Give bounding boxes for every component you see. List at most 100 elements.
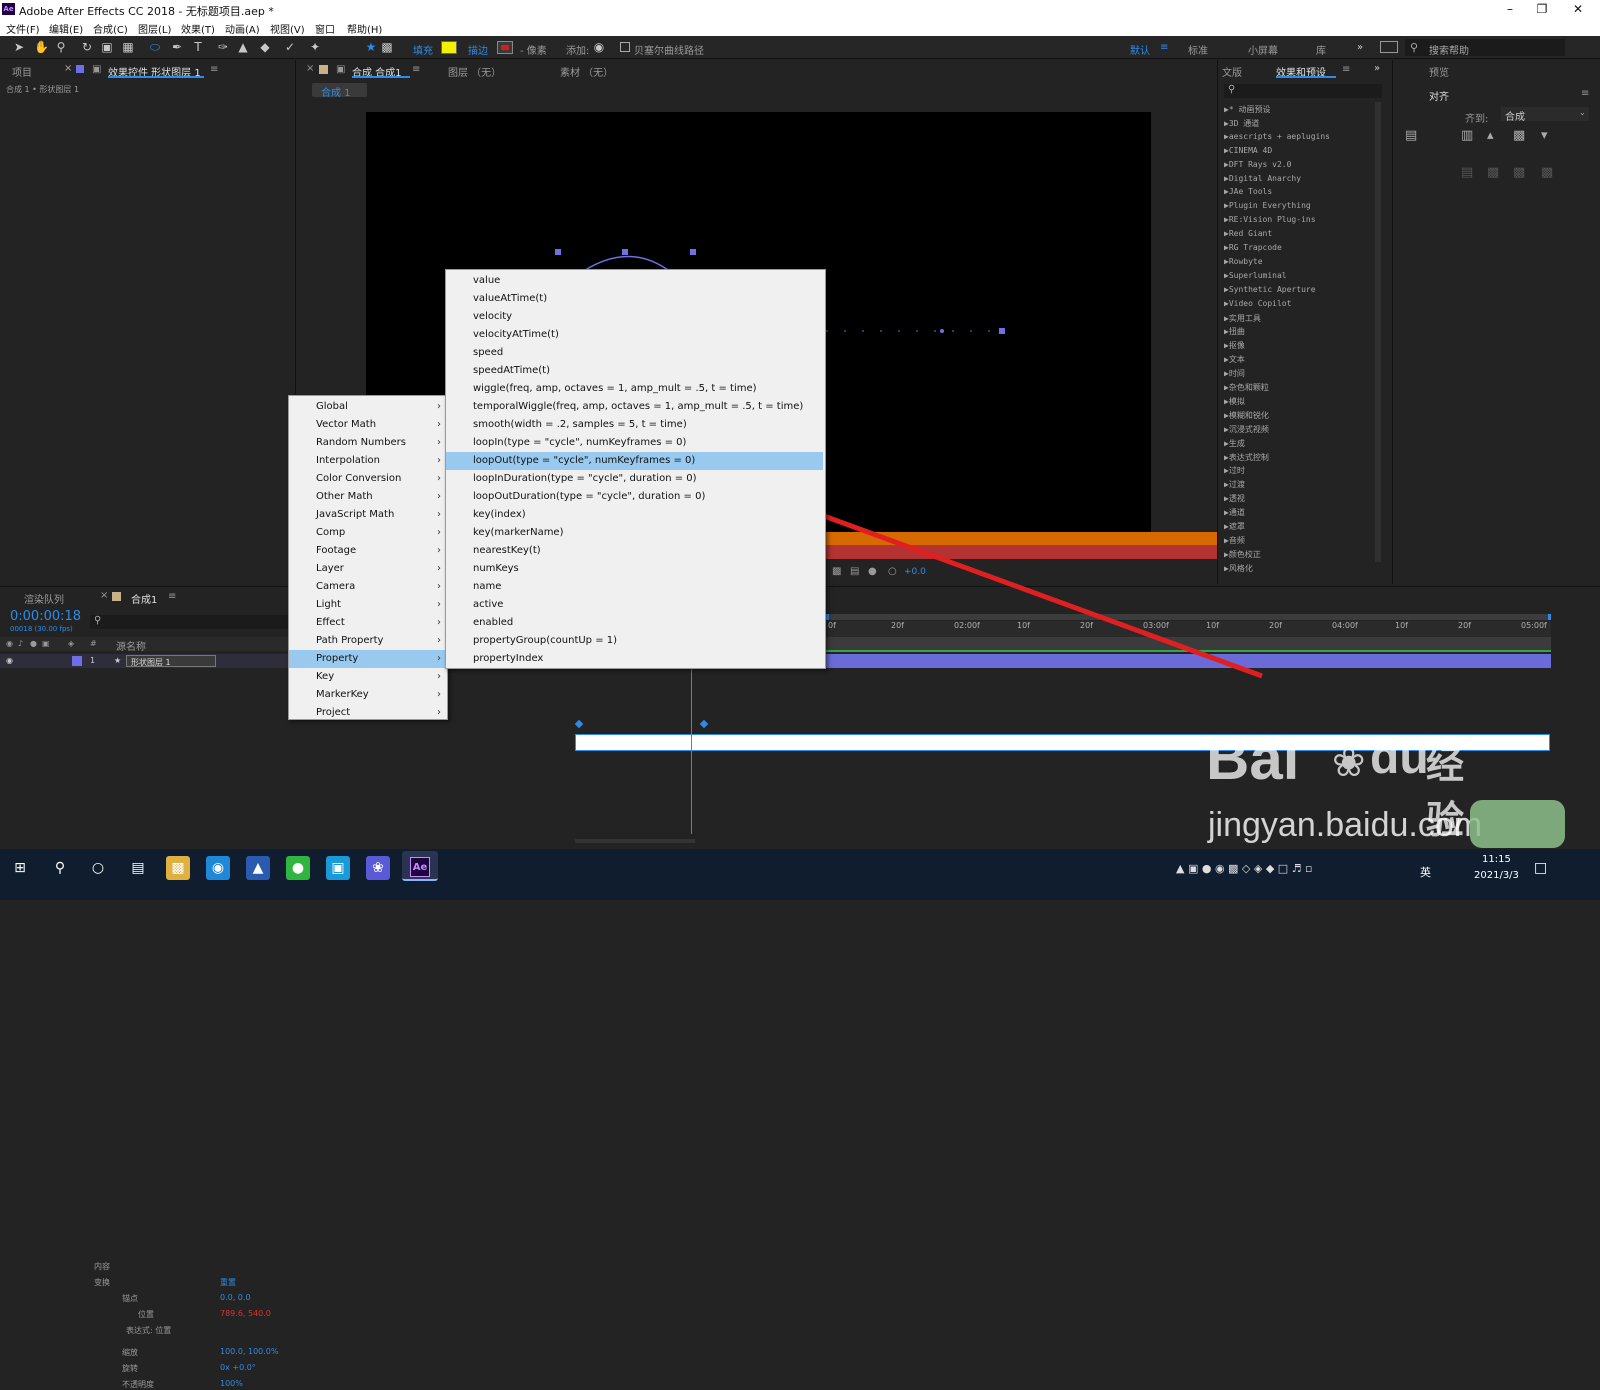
effect-category-item[interactable]: ▶沉浸式视频: [1224, 424, 1269, 435]
puppet-tool-icon[interactable]: ✦: [308, 40, 322, 54]
close-tab-icon[interactable]: ×: [64, 63, 72, 74]
exposure-readout[interactable]: +0.0: [904, 567, 926, 577]
time-ruler[interactable]: [826, 621, 1551, 637]
expression-category-item[interactable]: Key ›: [289, 668, 447, 686]
app-icon[interactable]: ▲: [246, 856, 270, 880]
align-to-select[interactable]: 合成 ⌄: [1501, 107, 1589, 123]
effect-category-item[interactable]: ▶音频: [1224, 535, 1245, 546]
effect-category-item[interactable]: ▶模拟: [1224, 396, 1245, 407]
menu-help[interactable]: 帮助(H): [347, 21, 382, 36]
tab-layer[interactable]: 图层 （无）: [448, 64, 501, 79]
tab-project[interactable]: 项目: [12, 64, 32, 79]
property-label[interactable]: 缩放: [122, 1347, 138, 1358]
restore-icon[interactable]: ❐: [1527, 2, 1557, 16]
expression-category-item[interactable]: Path Property ›: [289, 632, 447, 650]
help-search-field[interactable]: ⚲ 搜索帮助: [1405, 39, 1565, 57]
comp-sub-tab[interactable]: 合成 1: [312, 83, 367, 99]
expression-method-item[interactable]: temporalWiggle(freq, amp, octaves = 1, a…: [446, 398, 823, 416]
lock-icon[interactable]: ▣: [92, 64, 101, 75]
effect-category-item[interactable]: ▶过渡: [1224, 479, 1245, 490]
keyframe-marker[interactable]: [699, 719, 709, 729]
keyframe-marker[interactable]: [574, 719, 584, 729]
expression-method-item[interactable]: speedAtTime(t): [446, 362, 823, 380]
effect-category-item[interactable]: ▶过时: [1224, 465, 1245, 476]
pan-behind-tool-icon[interactable]: ▦: [121, 40, 135, 54]
stroke-label[interactable]: 描边: [468, 42, 488, 57]
menu-file[interactable]: 文件(F): [6, 21, 40, 36]
property-value[interactable]: 重置: [220, 1277, 236, 1288]
snapshot-icon[interactable]: ▩: [832, 566, 841, 577]
after-effects-taskbar-icon[interactable]: Ae: [402, 851, 438, 881]
expression-method-item[interactable]: valueAtTime(t): [446, 290, 823, 308]
show-channel-icon[interactable]: ●: [868, 566, 877, 577]
expression-category-item[interactable]: MarkerKey ›: [289, 686, 447, 704]
expand-panels-icon[interactable]: »: [1374, 63, 1380, 74]
tab-render-queue[interactable]: 渲染队列: [24, 591, 64, 606]
star-icon[interactable]: ★: [364, 40, 378, 54]
tray-icons[interactable]: ▲ ▣ ● ◉ ▩ ◇ ◈ ◆ □ ♬ ▫: [1176, 862, 1313, 875]
distribute-icon[interactable]: ▩: [1541, 165, 1553, 180]
clone-stamp-tool-icon[interactable]: ▲: [236, 40, 250, 54]
panel-menu-icon[interactable]: ≡: [168, 591, 176, 602]
expression-method-item[interactable]: propertyGroup(countUp = 1): [446, 632, 823, 650]
effect-category-item[interactable]: ▶颜色校正: [1224, 549, 1261, 560]
windows-start-icon[interactable]: ⊞: [8, 856, 32, 880]
panel-menu-icon[interactable]: ≡: [412, 64, 420, 75]
property-label[interactable]: 内容: [94, 1261, 110, 1272]
workspace-standard[interactable]: 标准: [1188, 42, 1208, 57]
distribute-icon[interactable]: ▩: [1513, 165, 1525, 180]
expression-category-item[interactable]: Other Math ›: [289, 488, 447, 506]
effect-category-item[interactable]: ▶Red Giant: [1224, 229, 1272, 238]
expression-category-item[interactable]: Property ›: [289, 650, 447, 668]
expression-category-item[interactable]: JavaScript Math ›: [289, 506, 447, 524]
task-view-icon[interactable]: ▤: [126, 856, 150, 880]
tab-preview[interactable]: 预览: [1429, 64, 1449, 79]
menu-effect[interactable]: 效果(T): [181, 21, 215, 36]
expression-method-item[interactable]: loopInDuration(type = "cycle", duration …: [446, 470, 823, 488]
workspace-library[interactable]: 库: [1316, 42, 1326, 57]
show-snapshot-icon[interactable]: ▤: [850, 566, 859, 577]
expression-method-item[interactable]: velocity: [446, 308, 823, 326]
stroke-color-swatch[interactable]: [497, 41, 513, 54]
expression-category-item[interactable]: Interpolation ›: [289, 452, 447, 470]
expression-method-item[interactable]: value: [446, 272, 823, 290]
source-name-header[interactable]: 源名称: [116, 638, 146, 653]
expression-category-item[interactable]: Layer ›: [289, 560, 447, 578]
property-value[interactable]: 0x +0.0°: [220, 1363, 256, 1372]
pen-tool-icon[interactable]: ✒: [170, 40, 184, 54]
workspace-small-screen[interactable]: 小屏幕: [1248, 42, 1278, 57]
expression-method-item[interactable]: key(index): [446, 506, 823, 524]
expression-method-item[interactable]: speed: [446, 344, 823, 362]
expression-category-item[interactable]: Global ›: [289, 398, 447, 416]
brush-tool-icon[interactable]: ✑: [216, 40, 230, 54]
time-navigator[interactable]: [826, 614, 1551, 620]
rotate-tool-icon[interactable]: ↻: [80, 40, 94, 54]
expression-category-item[interactable]: Footage ›: [289, 542, 447, 560]
more-workspaces-icon[interactable]: »: [1357, 42, 1363, 53]
effects-scrollbar[interactable]: [1375, 102, 1381, 562]
selection-tool-icon[interactable]: ➤: [12, 40, 26, 54]
workspace-menu-icon[interactable]: ≡: [1160, 42, 1168, 53]
menu-composition[interactable]: 合成(C): [93, 21, 128, 36]
work-area-bar[interactable]: [826, 637, 1551, 652]
wechat-icon[interactable]: ●: [286, 856, 310, 880]
expression-method-item[interactable]: wiggle(freq, amp, octaves = 1, amp_mult …: [446, 380, 823, 398]
expression-category-item[interactable]: Color Conversion ›: [289, 470, 447, 488]
effect-category-item[interactable]: ▶CINEMA 4D: [1224, 146, 1272, 155]
add-menu-icon[interactable]: ◉: [592, 40, 606, 54]
grid-icon[interactable]: ▩: [380, 40, 394, 54]
effect-category-item[interactable]: ▶Rowbyte: [1224, 257, 1263, 266]
effect-category-item[interactable]: ▶表达式控制: [1224, 452, 1269, 463]
close-icon[interactable]: ✕: [1563, 2, 1593, 16]
align-bottom-icon[interactable]: ▾: [1541, 128, 1548, 143]
align-left-icon[interactable]: ▤: [1405, 128, 1417, 143]
expression-category-item[interactable]: Light ›: [289, 596, 447, 614]
effect-category-item[interactable]: ▶Superluminal: [1224, 271, 1287, 280]
effect-category-item[interactable]: ▶遮罩: [1224, 521, 1245, 532]
clock-date[interactable]: 2021/3/3: [1474, 870, 1519, 881]
effect-category-item[interactable]: ▶抠像: [1224, 340, 1245, 351]
exposure-reset-icon[interactable]: ○: [888, 566, 897, 577]
tab-footage[interactable]: 素材 （无）: [560, 64, 613, 79]
eye-icon[interactable]: ◉: [6, 656, 13, 665]
align-vcenter-icon[interactable]: ▩: [1513, 128, 1525, 143]
